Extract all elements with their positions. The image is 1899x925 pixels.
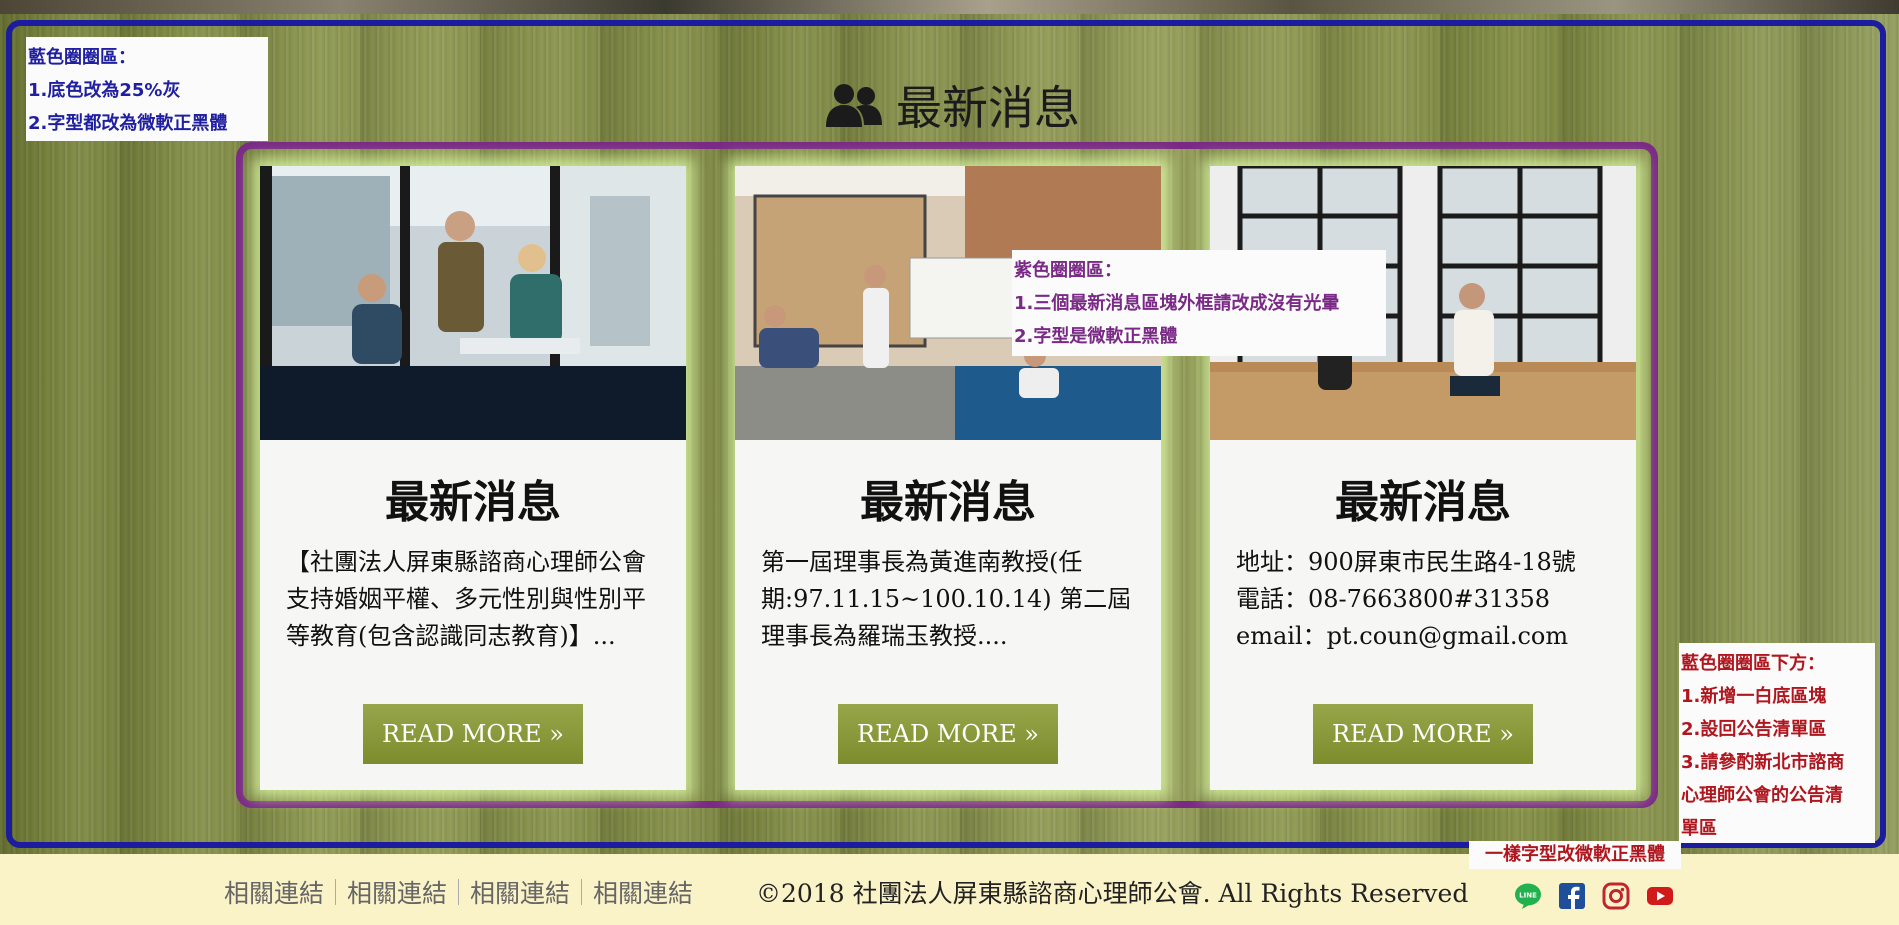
footer-link-1[interactable]: 相關連結 xyxy=(224,874,324,910)
purple-annotation-note: 紫色圈圈區： 1.三個最新消息區塊外框請改成沒有光暈 2.字型是微軟正黑體 xyxy=(1012,250,1386,356)
news-card-1-text: 【社團法人屏東縣諮商心理師公會支持婚姻平權、多元性別與性別平等教育(包含認識同志… xyxy=(286,548,646,650)
purple-note-line-1: 紫色圈圈區： xyxy=(1014,260,1122,281)
section-title-text: 最新消息 xyxy=(896,81,1080,135)
red-note-line-6: 單區 xyxy=(1681,818,1717,839)
news-card-3-title: 最新消息 xyxy=(1335,477,1511,528)
blue-note-line-1: 藍色圈圈區： xyxy=(28,47,136,68)
line-icon[interactable]: LINE xyxy=(1514,882,1542,910)
red-footer-annotation-note: 一樣字型改微軟正黑體 xyxy=(1469,841,1681,869)
news-card-2-title: 最新消息 xyxy=(860,477,1036,528)
news-card-1-title: 最新消息 xyxy=(385,477,561,528)
svg-text:LINE: LINE xyxy=(1519,892,1537,900)
news-card-3-text: 地址：900屏東市民生路4-18號 電話：08-7663800#31358 em… xyxy=(1236,548,1576,650)
red-note-line-3: 2.設回公告清單區 xyxy=(1681,719,1827,740)
news-card-2-read-more-button[interactable]: READ MORE » xyxy=(838,704,1058,764)
users-icon xyxy=(826,84,882,127)
instagram-icon[interactable] xyxy=(1602,882,1630,910)
footer-link-2[interactable]: 相關連結 xyxy=(347,874,447,910)
blue-note-line-3: 2.字型都改為微軟正黑體 xyxy=(28,113,228,134)
red-annotation-note: 藍色圈圈區下方： 1.新增一白底區塊 2.設回公告清單區 3.請參酌新北市諮商 … xyxy=(1679,643,1875,843)
news-card-1-photo xyxy=(260,166,686,440)
youtube-icon[interactable] xyxy=(1646,882,1674,910)
red-note-line-2: 1.新增一白底區塊 xyxy=(1681,686,1827,707)
footer-link-4[interactable]: 相關連結 xyxy=(593,874,693,910)
blue-annotation-note: 藍色圈圈區： 1.底色改為25%灰 2.字型都改為微軟正黑體 xyxy=(26,37,268,141)
footer-link-3[interactable]: 相關連結 xyxy=(470,874,570,910)
news-card-2-text: 第一屆理事長為黃進南教授(任期:97.11.15~100.10.14) 第二屆理… xyxy=(761,548,1132,650)
footer-link-separator xyxy=(458,879,460,905)
footer-link-separator xyxy=(581,879,583,905)
social-icons: LINE xyxy=(1514,882,1674,910)
header-photo-strip xyxy=(0,0,1899,14)
news-card-1: 最新消息 【社團法人屏東縣諮商心理師公會支持婚姻平權、多元性別與性別平等教育(包… xyxy=(260,166,686,790)
red-note-line-1: 藍色圈圈區下方： xyxy=(1681,653,1825,674)
red-note-line-4: 3.請參酌新北市諮商 xyxy=(1681,752,1845,773)
purple-note-line-2: 1.三個最新消息區塊外框請改成沒有光暈 xyxy=(1014,293,1340,314)
footer-link-separator xyxy=(335,879,337,905)
footer-links: 相關連結 相關連結 相關連結 相關連結 xyxy=(224,874,693,910)
purple-note-line-3: 2.字型是微軟正黑體 xyxy=(1014,326,1178,347)
red-note-line-5: 心理師公會的公告清 xyxy=(1681,785,1843,806)
news-card-3-read-more-button[interactable]: READ MORE » xyxy=(1313,704,1533,764)
news-card-1-read-more-button[interactable]: READ MORE » xyxy=(363,704,583,764)
footer-copyright: ©2018 社團法人屏東縣諮商心理師公會. All Rights Reserve… xyxy=(756,879,1469,908)
blue-note-line-2: 1.底色改為25%灰 xyxy=(28,80,181,101)
facebook-icon[interactable] xyxy=(1558,882,1586,910)
section-title: 最新消息 xyxy=(826,70,1080,140)
